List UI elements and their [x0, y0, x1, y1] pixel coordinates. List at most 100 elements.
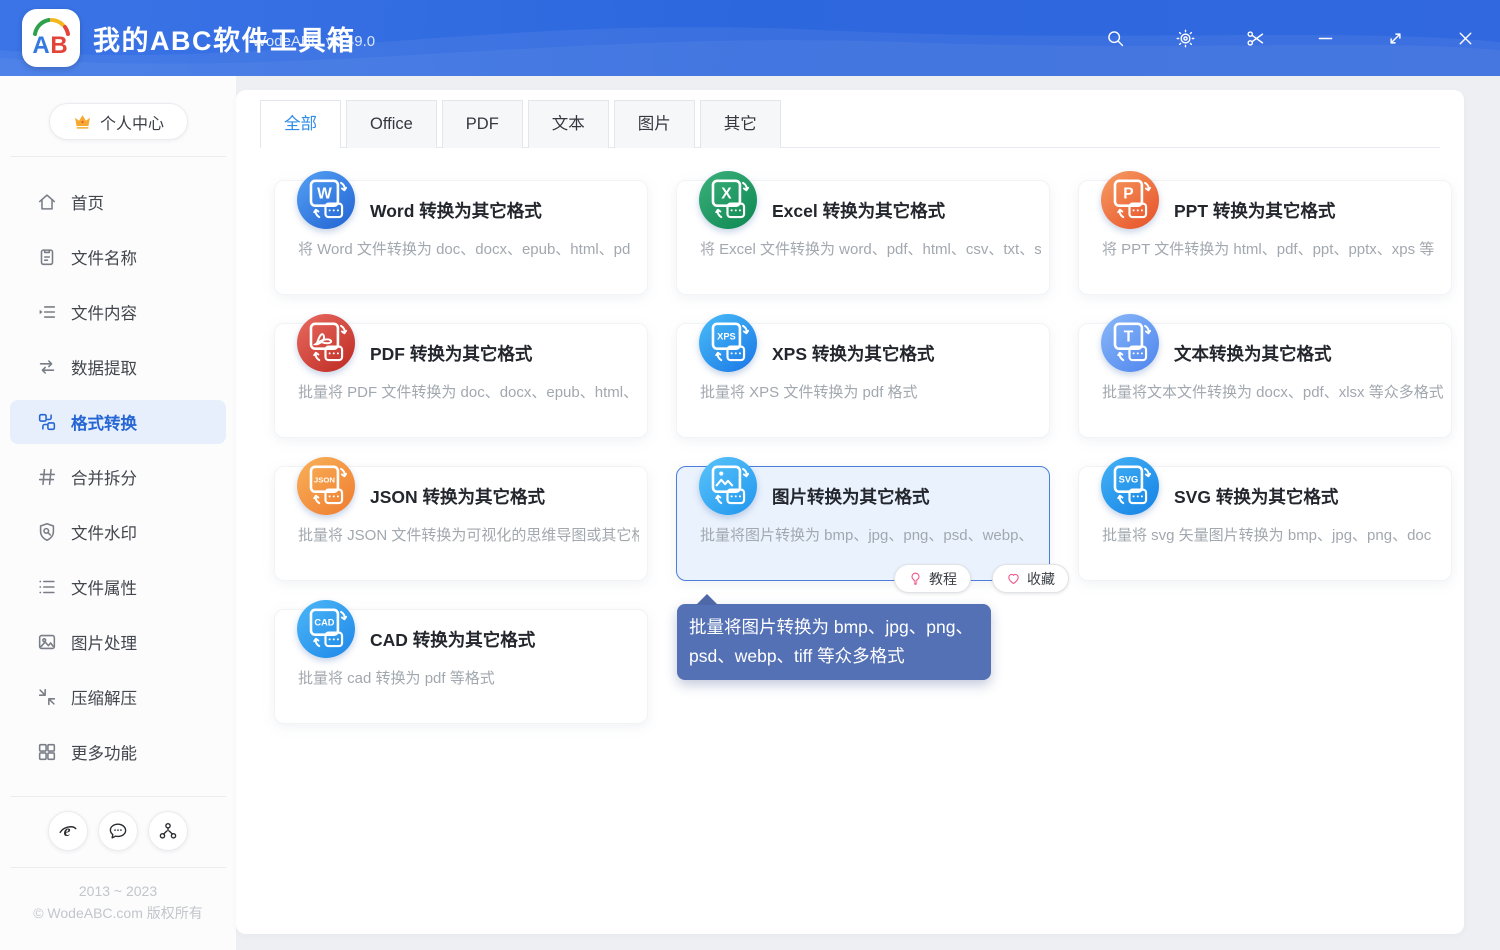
card-description: 批量将 svg 矢量图片转换为 bmp、jpg、png、doc: [1102, 527, 1432, 544]
sidebar-item-label: 文件内容: [71, 305, 137, 323]
card-description: 批量将 JSON 文件转换为可视化的思维导图或其它格: [298, 527, 639, 544]
sidebar-item-label: 格式转换: [71, 415, 137, 433]
personal-center-label: 个人中心: [99, 115, 164, 133]
settings-button[interactable]: [1173, 26, 1197, 50]
tool-card-xps[interactable]: XPS XPS 转换为其它格式 批量将 XPS 文件转换为 pdf 格式: [676, 314, 1050, 438]
format-convert-icon: [36, 411, 58, 433]
card-description: 批量将 XPS 文件转换为 pdf 格式: [700, 384, 918, 401]
tooltip-arrow: [696, 594, 718, 605]
copyright: 2013 ~ 2023 © WodeABC.com 版权所有: [0, 880, 236, 924]
svg-text:P: P: [1123, 185, 1133, 202]
card-description: 批量将图片转换为 bmp、jpg、png、psd、webp、: [700, 527, 1034, 544]
close-button[interactable]: [1453, 26, 1477, 50]
tab-other[interactable]: 其它: [699, 100, 781, 148]
sidebar-menu: 首页文件名称文件内容数据提取格式转换合并拆分文件水印文件属性图片处理压缩解压更多…: [0, 180, 236, 774]
sidebar-item-more-features[interactable]: 更多功能: [10, 730, 226, 774]
sidebar-item-file-attributes[interactable]: 文件属性: [10, 565, 226, 609]
svg-text:CAD: CAD: [314, 617, 334, 627]
tooltip-line: 批量将图片转换为 bmp、jpg、png、: [689, 617, 973, 637]
tool-card-cad[interactable]: CAD CAD 转换为其它格式 批量将 cad 转换为 pdf 等格式: [274, 600, 648, 724]
app-logo: A B: [22, 9, 80, 67]
feedback-button[interactable]: [98, 811, 138, 851]
chat-icon: [107, 820, 129, 842]
sidebar-item-merge-split[interactable]: 合并拆分: [10, 455, 226, 499]
card-title: SVG 转换为其它格式: [1174, 487, 1339, 507]
tool-card-word[interactable]: W Word 转换为其它格式将 Word 文件转换为 doc、docx、epub、…: [274, 171, 648, 295]
sidebar-item-image-process[interactable]: 图片处理: [10, 620, 226, 664]
minimize-icon: [1315, 28, 1336, 49]
gear-icon: [1175, 28, 1196, 49]
share-icon: [157, 820, 179, 842]
file-name-icon: [36, 246, 58, 268]
sidebar-item-format-convert[interactable]: 格式转换: [10, 400, 226, 444]
favorite-button[interactable]: 收藏: [992, 564, 1069, 593]
search-icon: [1105, 28, 1126, 49]
tool-card-svg[interactable]: SVG SVG 转换为其它格式 批量将 svg 矢量图片转换为 bmp、jpg、pn…: [1078, 457, 1452, 581]
card-title: PDF 转换为其它格式: [370, 344, 533, 364]
sidebar-item-label: 压缩解压: [71, 690, 137, 708]
share-button[interactable]: [148, 811, 188, 851]
sidebar-item-compress[interactable]: 压缩解压: [10, 675, 226, 719]
svg-text:B: B: [50, 32, 67, 59]
copyright-years: 2013 ~ 2023: [78, 883, 158, 899]
resize-button[interactable]: [1383, 26, 1407, 50]
svg-text:e: e: [64, 823, 71, 840]
tab-image[interactable]: 图片: [613, 100, 695, 148]
sidebar-item-label: 首页: [71, 195, 104, 213]
copyright-owner: © WodeABC.com 版权所有: [33, 905, 203, 921]
card-description: 将 PPT 文件转换为 html、pdf、ppt、pptx、xps 等: [1102, 241, 1435, 258]
tool-card-text[interactable]: T 文本转换为其它格式 批量将文本文件转换为 docx、pdf、xlsx 等众多格式: [1078, 314, 1452, 438]
tool-card-pdf[interactable]: PDF 转换为其它格式批量将 PDF 文件转换为 doc、docx、epub、h…: [274, 314, 648, 438]
card-title: 文本转换为其它格式: [1174, 344, 1332, 364]
json-convert-icon: JSON: [297, 457, 355, 515]
tab-text[interactable]: 文本: [527, 100, 609, 148]
sidebar-item-file-watermark[interactable]: 文件水印: [10, 510, 226, 554]
home-icon: [36, 191, 58, 213]
sidebar-item-label: 数据提取: [71, 360, 137, 378]
merge-split-icon: [36, 466, 58, 488]
tool-card-image[interactable]: 图片转换为其它格式批量将图片转换为 bmp、jpg、png、psd、webp、教…: [676, 457, 1069, 680]
browser-e-icon: e: [57, 820, 79, 842]
card-description: 批量将文本文件转换为 docx、pdf、xlsx 等众多格式: [1102, 384, 1443, 401]
sidebar-divider: [10, 156, 226, 157]
sidebar-item-file-name[interactable]: 文件名称: [10, 235, 226, 279]
more-features-icon: [36, 741, 58, 763]
ppt-convert-icon: P: [1101, 171, 1159, 229]
cut-button[interactable]: [1243, 26, 1267, 50]
search-button[interactable]: [1103, 26, 1127, 50]
sidebar-item-file-content[interactable]: 文件内容: [10, 290, 226, 334]
file-content-icon: [36, 301, 58, 323]
tab-all[interactable]: 全部: [260, 100, 341, 149]
card-title: PPT 转换为其它格式: [1174, 201, 1336, 221]
tutorial-button[interactable]: 教程: [894, 564, 971, 593]
tool-card-json[interactable]: JSON JSON 转换为其它格式批量将 JSON 文件转换为可视化的思维导图或其…: [274, 457, 648, 581]
sidebar-item-home[interactable]: 首页: [10, 180, 226, 224]
image-convert-icon: [699, 457, 757, 515]
heart-icon: [1006, 571, 1021, 586]
sidebar-item-label: 更多功能: [71, 745, 137, 763]
tab-pdf[interactable]: PDF: [441, 100, 523, 148]
tool-card-excel[interactable]: X Excel 转换为其它格式将 Excel 文件转换为 word、pdf、htm…: [676, 171, 1050, 295]
tool-cards-grid: W Word 转换为其它格式将 Word 文件转换为 doc、docx、epub、…: [274, 171, 1452, 724]
minimize-button[interactable]: [1313, 26, 1337, 50]
tooltip-line: psd、webp、tiff 等众多格式: [689, 646, 905, 666]
svg-text:XPS: XPS: [717, 331, 736, 341]
card-title: CAD 转换为其它格式: [370, 630, 536, 650]
xps-convert-icon: XPS: [699, 314, 757, 372]
tool-card-ppt[interactable]: P PPT 转换为其它格式将 PPT 文件转换为 html、pdf、ppt、ppt…: [1078, 171, 1452, 295]
word-convert-icon: W: [297, 171, 355, 229]
card-title: JSON 转换为其它格式: [370, 487, 546, 507]
data-extract-icon: [36, 356, 58, 378]
card-description: 批量将 PDF 文件转换为 doc、docx、epub、html、: [298, 384, 639, 401]
card-title: 图片转换为其它格式: [772, 487, 930, 507]
excel-convert-icon: X: [699, 171, 757, 229]
title-bar: A B 我的ABC软件工具箱 WodeABC v6.49.0: [0, 0, 1500, 76]
sidebar-item-data-extract[interactable]: 数据提取: [10, 345, 226, 389]
favorite-label: 收藏: [1027, 570, 1055, 587]
app-version: WodeABC v6.49.0: [252, 32, 376, 50]
browser-button[interactable]: e: [48, 811, 88, 851]
tutorial-label: 教程: [929, 570, 957, 587]
personal-center-button[interactable]: 个人中心: [48, 103, 188, 140]
tab-office[interactable]: Office: [346, 100, 437, 148]
sidebar-item-label: 文件水印: [71, 525, 137, 543]
